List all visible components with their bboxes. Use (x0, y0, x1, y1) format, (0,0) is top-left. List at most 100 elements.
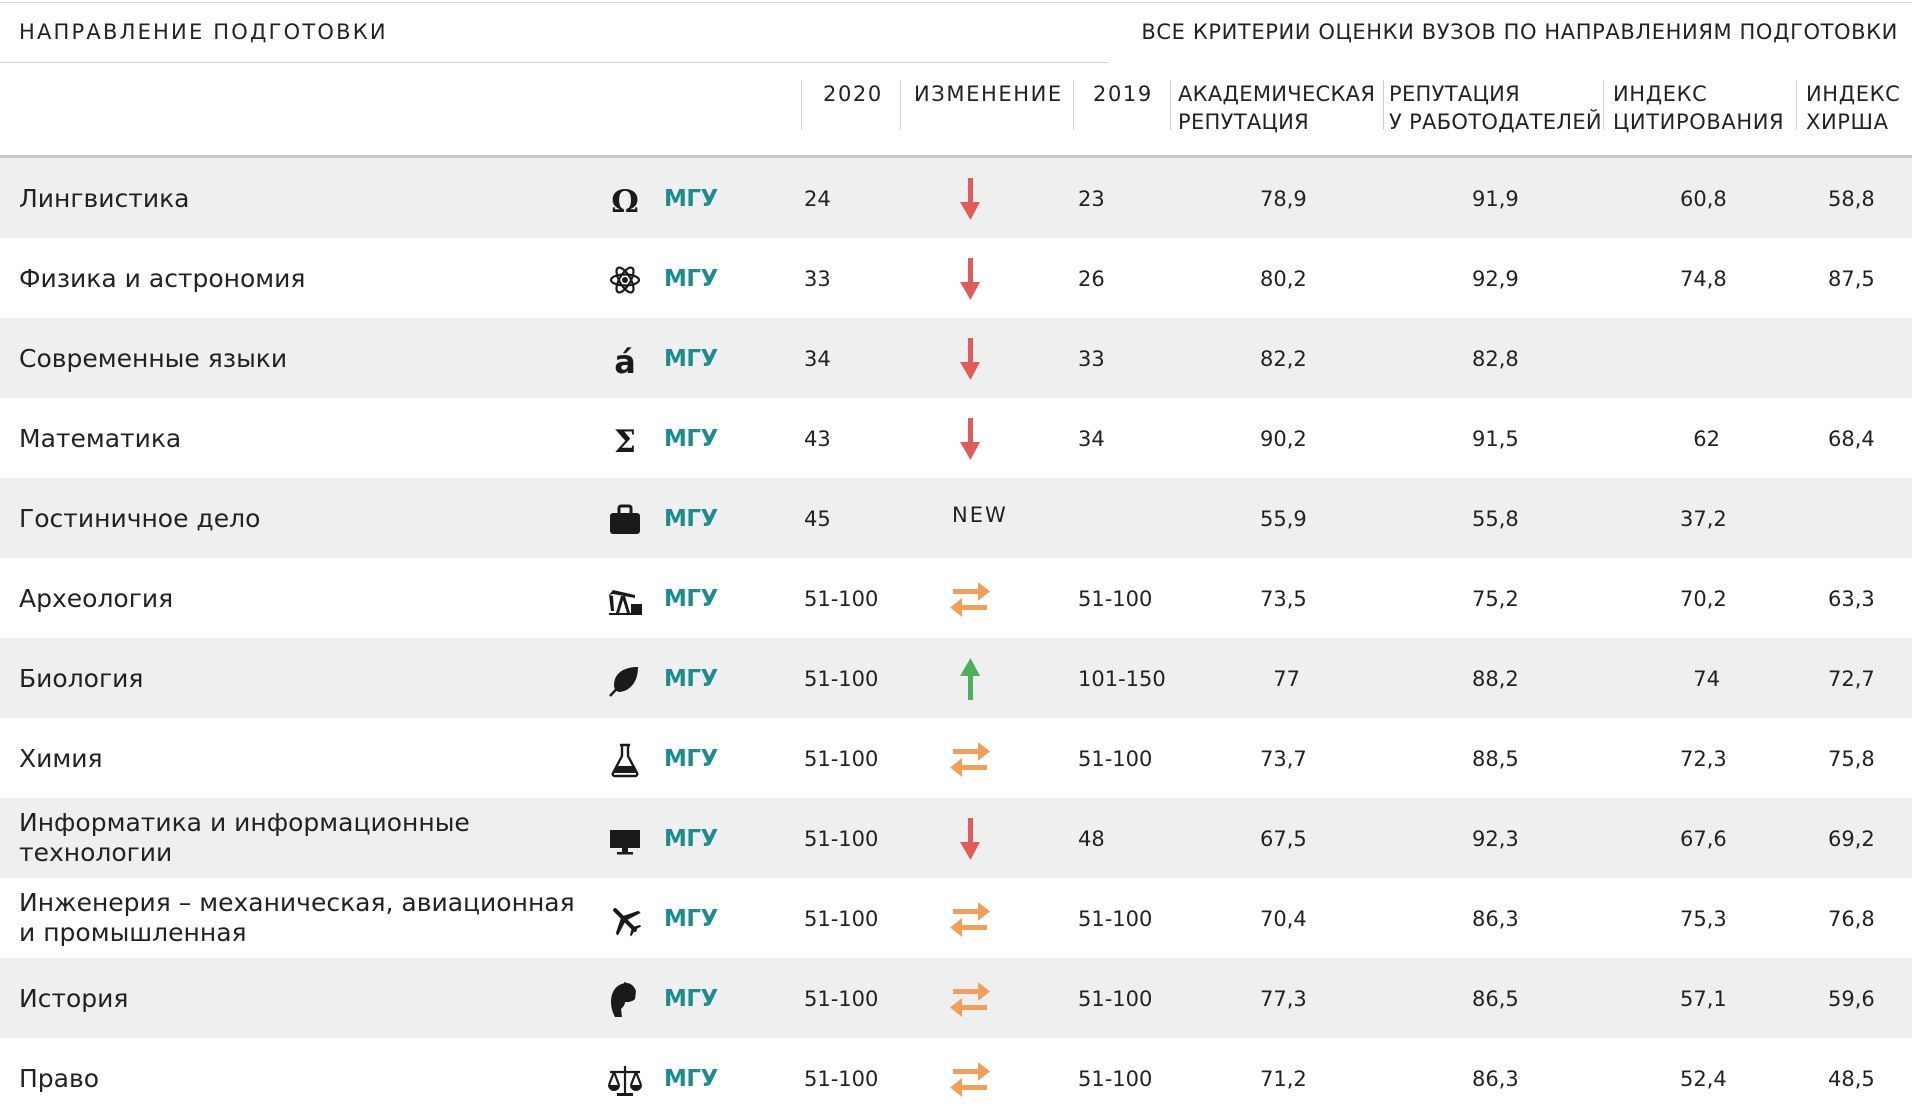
rank-2020: 51-100 (804, 667, 879, 691)
employer-reputation-value: 92,9 (1472, 267, 1519, 291)
accent-a-icon: á (605, 340, 645, 380)
employer-reputation-value: 55,8 (1472, 507, 1519, 531)
table-row: Археология МГУ 51-100 51-100 73,5 75,2 70,2 63,… (0, 558, 1912, 638)
rank-2019: 34 (1078, 427, 1105, 451)
rank-2020: 43 (804, 427, 831, 451)
suitcase-icon (605, 500, 645, 540)
citation-index-value: 74 (1693, 667, 1720, 691)
subject-name: Биология (19, 664, 144, 693)
arrows-exchange-icon (948, 576, 992, 622)
table-row: Гостиничное дело МГУ 45 NEW 55,9 55,8 37,2 (0, 478, 1912, 558)
column-header-line: Академическая (1178, 82, 1376, 106)
university-link[interactable]: МГУ (664, 986, 718, 1012)
university-link[interactable]: МГУ (664, 746, 718, 772)
subject-name: Современные языки (19, 344, 288, 373)
academic-reputation-value: 90,2 (1260, 427, 1307, 451)
omega-icon: Ω (605, 180, 645, 220)
subject-name: Математика (19, 424, 182, 453)
column-header-hirsch-index: Индекс Хирша (1806, 80, 1900, 136)
citation-index-value: 60,8 (1680, 187, 1727, 211)
table-row: Химия МГУ 51-100 51-100 73,7 88,5 72,3 75,8 (0, 718, 1912, 798)
academic-reputation-value: 71,2 (1260, 1067, 1307, 1091)
flask-icon (605, 740, 645, 780)
column-header-2019: 2019 (1093, 82, 1153, 106)
academic-reputation-value: 55,9 (1260, 507, 1307, 531)
employer-reputation-value: 91,9 (1472, 187, 1519, 211)
citation-index-value: 75,3 (1680, 907, 1727, 931)
university-link[interactable]: МГУ (664, 426, 718, 452)
academic-reputation-value: 77 (1273, 667, 1300, 691)
rank-2020: 51-100 (804, 827, 879, 851)
academic-reputation-value: 73,5 (1260, 587, 1307, 611)
table-row: Биология МГУ 51-100 101-150 77 88,2 74 72,7 (0, 638, 1912, 718)
employer-reputation-value: 88,5 (1472, 747, 1519, 771)
citation-index-value: 57,1 (1680, 987, 1727, 1011)
arrows-exchange-icon (948, 1056, 992, 1102)
column-separator (1603, 80, 1604, 130)
helmet-icon (605, 980, 645, 1020)
table-row: Физика и астрономия МГУ 33 26 80,2 92,9 74,8 87… (0, 238, 1912, 318)
column-separator (1170, 80, 1171, 130)
column-separator (1383, 80, 1384, 130)
rank-2020: 45 (804, 507, 831, 531)
column-header-line: репутация (1178, 110, 1310, 134)
subject-name: Информатика и информационные технологии (19, 808, 470, 867)
column-separator (801, 80, 802, 130)
subject-name: Лингвистика (19, 184, 190, 213)
section-title-rule (0, 62, 1108, 63)
academic-reputation-value: 73,7 (1260, 747, 1307, 771)
citation-index-value: 62 (1693, 427, 1720, 451)
sigma-icon: Σ (605, 420, 645, 460)
hirsch-index-value: 59,6 (1828, 987, 1875, 1011)
rank-2019: 51-100 (1078, 987, 1153, 1011)
citation-index-value: 67,6 (1680, 827, 1727, 851)
university-link[interactable]: МГУ (664, 826, 718, 852)
university-link[interactable]: МГУ (664, 266, 718, 292)
hirsch-index-value: 58,8 (1828, 187, 1875, 211)
university-link[interactable]: МГУ (664, 506, 718, 532)
employer-reputation-value: 92,3 (1472, 827, 1519, 851)
column-header-line: Индекс (1806, 82, 1901, 106)
arrow-down-icon (948, 416, 992, 462)
arrow-up-icon (948, 656, 992, 702)
rank-2020: 51-100 (804, 1067, 879, 1091)
column-header-academic-reputation: Академическая репутация (1178, 80, 1375, 136)
hirsch-index-value: 69,2 (1828, 827, 1875, 851)
svg-text:Σ: Σ (614, 424, 636, 460)
subject-name: Инженерия – механическая, авиационная и … (19, 888, 575, 947)
citation-index-value: 37,2 (1680, 507, 1727, 531)
university-link[interactable]: МГУ (664, 666, 718, 692)
university-link[interactable]: МГУ (664, 906, 718, 932)
employer-reputation-value: 75,2 (1472, 587, 1519, 611)
academic-reputation-value: 67,5 (1260, 827, 1307, 851)
column-header-citation-index: Индекс цитирования (1613, 80, 1784, 136)
employer-reputation-value: 86,3 (1472, 907, 1519, 931)
arrow-down-icon (948, 176, 992, 222)
table-row: Информатика и информационные технологии М… (0, 798, 1912, 878)
arrow-down-icon (948, 336, 992, 382)
section-title: Направление подготовки (19, 20, 388, 44)
rank-2020: 34 (804, 347, 831, 371)
column-header-line: Хирша (1806, 110, 1889, 134)
rank-2020: 33 (804, 267, 831, 291)
rank-2019: 23 (1078, 187, 1105, 211)
all-criteria-link[interactable]: Все критерии оценки вузов по направления… (1141, 20, 1898, 44)
rank-2020: 51-100 (804, 907, 879, 931)
university-link[interactable]: МГУ (664, 346, 718, 372)
column-header-2020: 2020 (823, 82, 883, 106)
svg-text:Ω: Ω (611, 184, 639, 220)
airplane-icon (605, 900, 645, 940)
employer-reputation-value: 91,5 (1472, 427, 1519, 451)
table-row: Математика Σ МГУ 43 34 90,2 91,5 62 68,4 (0, 398, 1912, 478)
university-link[interactable]: МГУ (664, 186, 718, 212)
change-new-label: NEW (952, 503, 1008, 527)
rank-2020: 51-100 (804, 747, 879, 771)
arrows-exchange-icon (948, 896, 992, 942)
arrows-exchange-icon (948, 976, 992, 1022)
rank-2019: 48 (1078, 827, 1105, 851)
subject-name: Гостиничное дело (19, 504, 261, 533)
university-link[interactable]: МГУ (664, 586, 718, 612)
rank-2019: 51-100 (1078, 747, 1153, 771)
university-link[interactable]: МГУ (664, 1066, 718, 1092)
column-header-line: Индекс (1613, 82, 1708, 106)
